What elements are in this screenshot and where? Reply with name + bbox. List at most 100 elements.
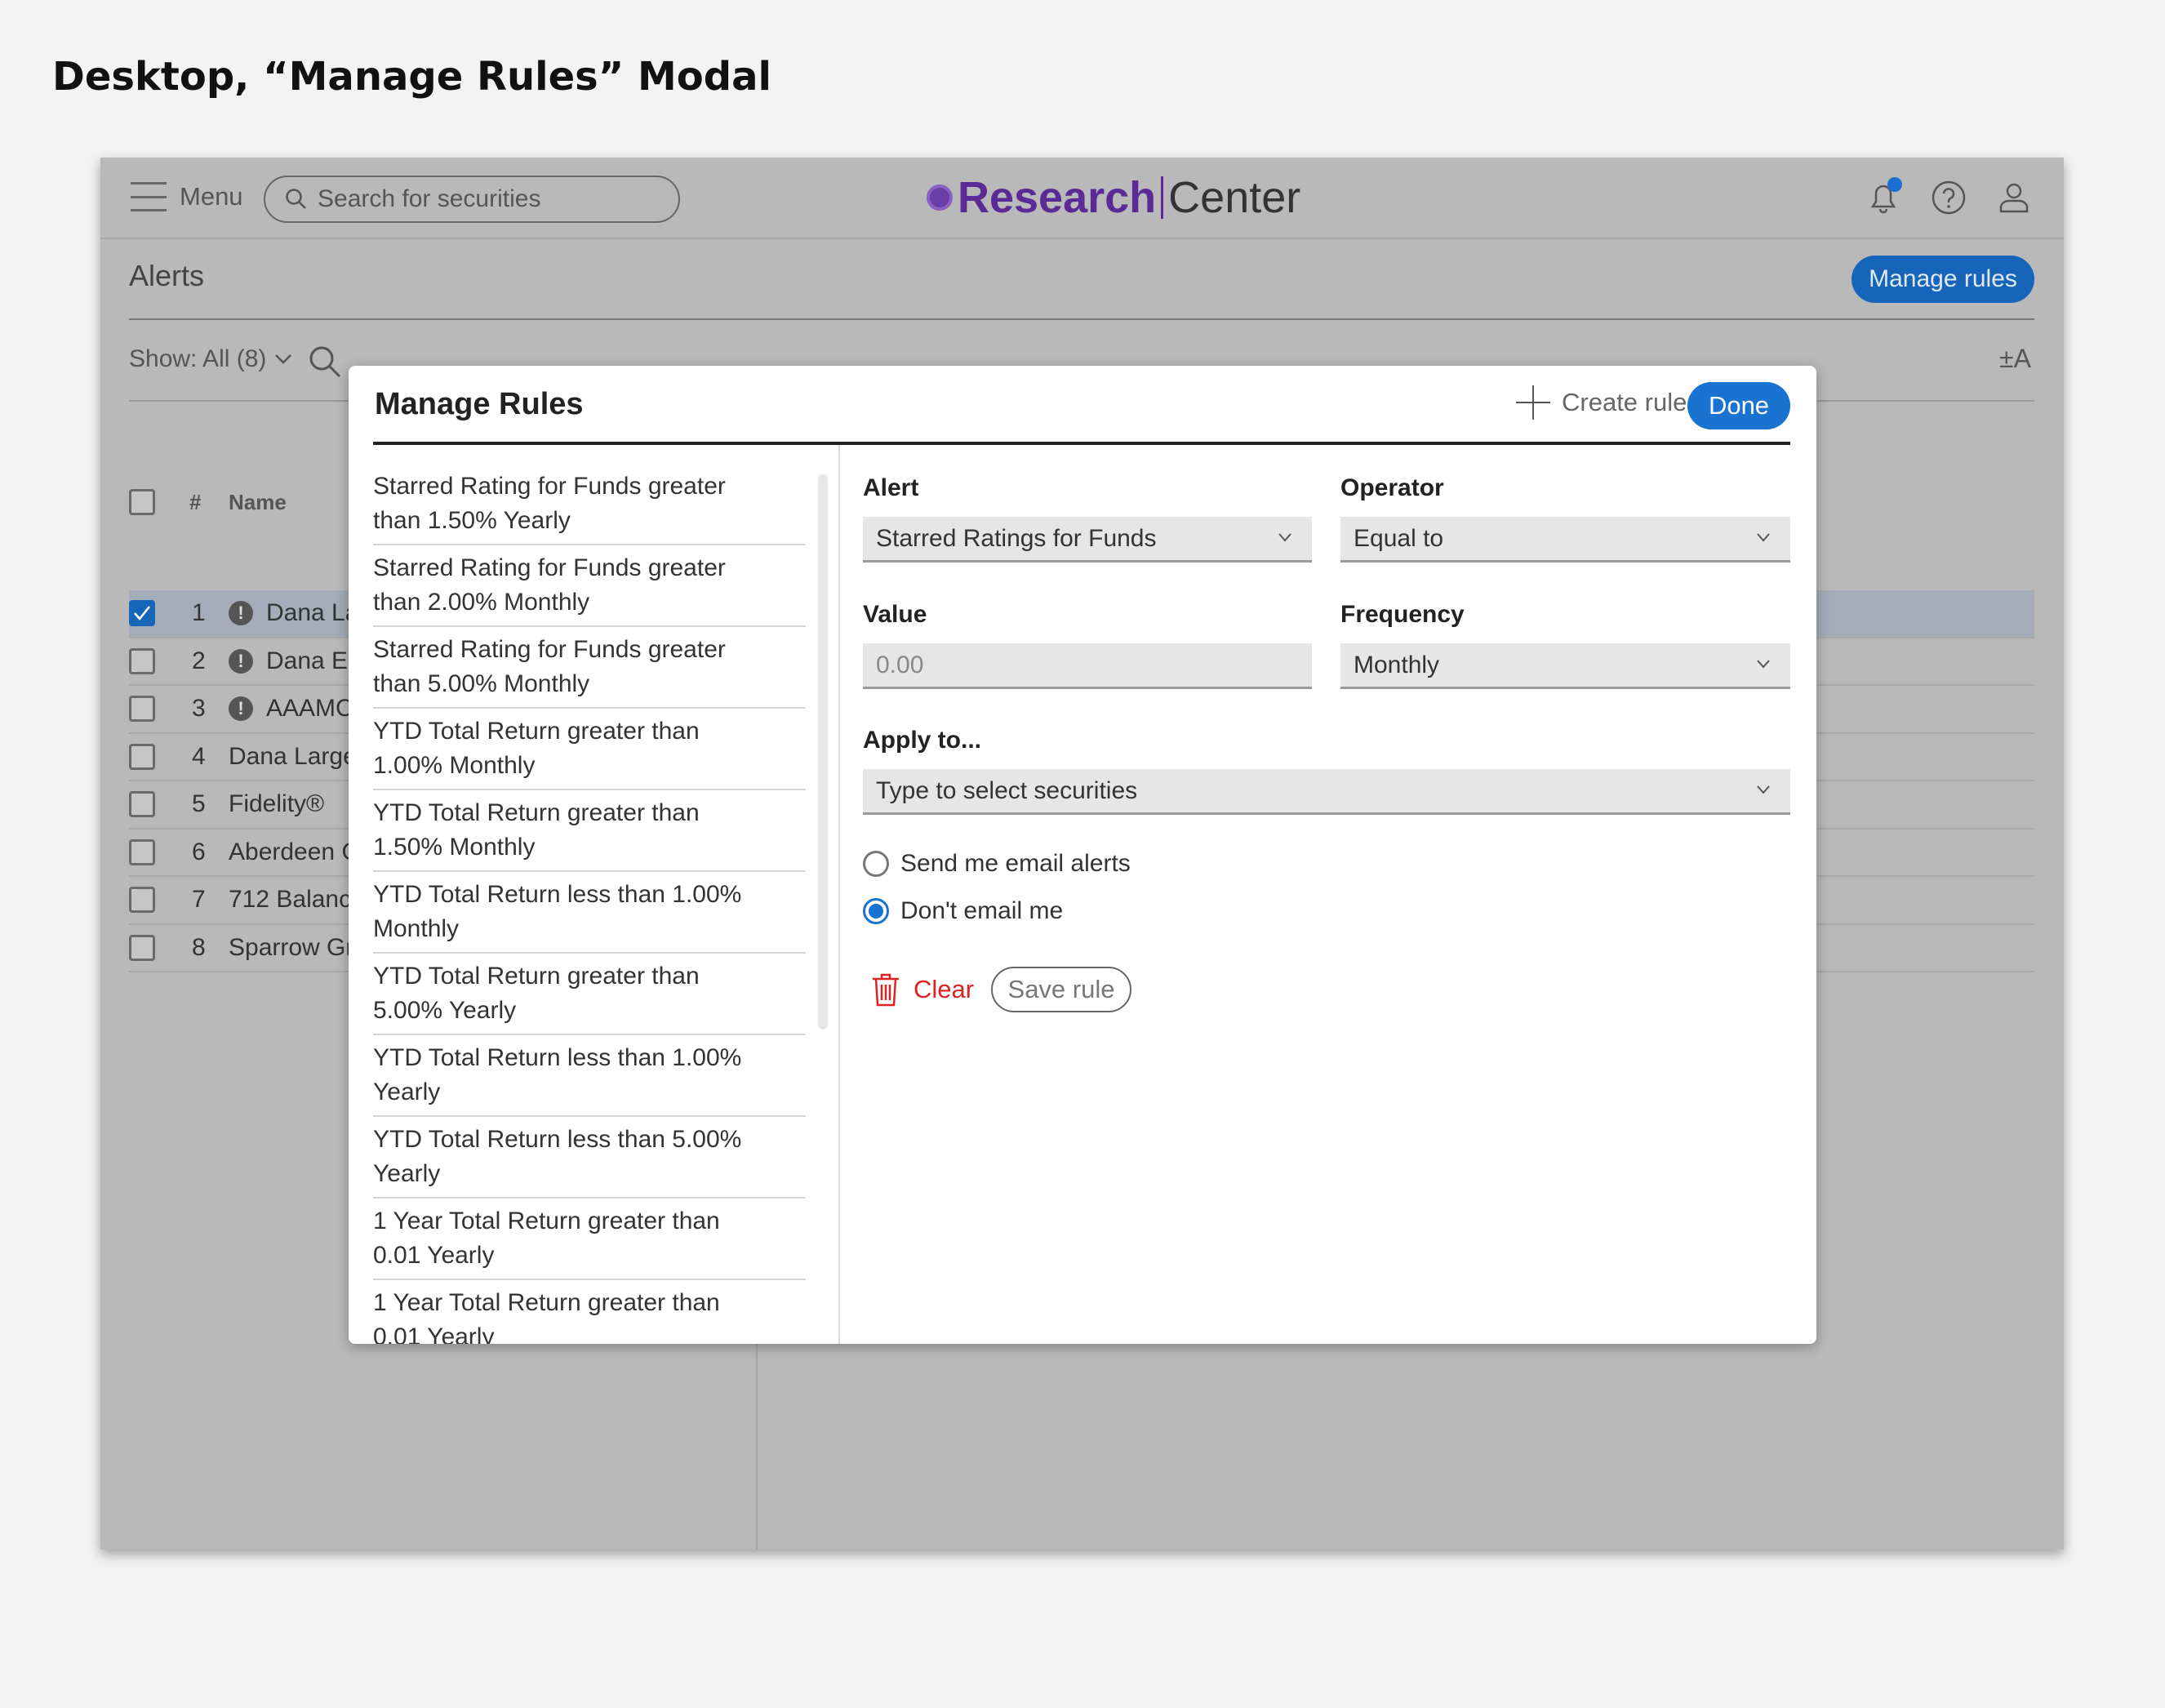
show-filter-dropdown[interactable]: Show: All (8) bbox=[129, 345, 292, 373]
account-button[interactable] bbox=[1995, 179, 2033, 216]
notifications-button[interactable] bbox=[1865, 177, 1902, 216]
save-rule-button[interactable]: Save rule bbox=[991, 967, 1131, 1012]
create-rule-button[interactable]: Create rule bbox=[1516, 385, 1687, 420]
rule-list-item[interactable]: 1 Year Total Return greater than 0.01 Ye… bbox=[373, 1199, 806, 1280]
top-bar: Menu Research Center bbox=[100, 158, 2064, 239]
operator-label: Operator bbox=[1340, 474, 1444, 501]
value-input[interactable] bbox=[863, 643, 1312, 689]
notification-dot bbox=[1887, 177, 1902, 192]
operator-select[interactable]: Equal to bbox=[1340, 517, 1790, 563]
row-checkbox[interactable] bbox=[129, 838, 155, 865]
rule-list-item[interactable]: Starred Rating for Funds greater than 5.… bbox=[373, 627, 806, 709]
alert-select-value: Starred Ratings for Funds bbox=[876, 524, 1157, 552]
rule-list-item[interactable]: YTD Total Return less than 5.00% Yearly bbox=[373, 1117, 806, 1199]
modal-column-divider bbox=[838, 445, 840, 1344]
row-name[interactable]: 712 Balance bbox=[229, 886, 365, 914]
help-icon bbox=[1932, 180, 1966, 215]
row-checkbox[interactable] bbox=[129, 647, 155, 674]
row-number: 1 bbox=[192, 599, 206, 627]
row-number: 5 bbox=[192, 790, 206, 818]
page-heading: Desktop, “Manage Rules” Modal bbox=[52, 54, 771, 100]
rule-list-item[interactable]: YTD Total Return less than 1.00% Yearly bbox=[373, 1035, 806, 1117]
filter-search-icon[interactable] bbox=[307, 344, 343, 380]
rule-list-item[interactable]: 1 Year Total Return greater than 0.01 Ye… bbox=[373, 1280, 806, 1344]
show-filter-label: Show: All (8) bbox=[129, 345, 267, 372]
chevron-down-icon bbox=[1757, 785, 1770, 794]
row-number: 7 bbox=[192, 886, 206, 914]
search-input[interactable] bbox=[318, 185, 660, 213]
warning-icon: ! bbox=[229, 648, 253, 674]
frequency-select[interactable]: Monthly bbox=[1340, 643, 1790, 689]
rule-list-item[interactable]: YTD Total Return greater than 1.00% Mont… bbox=[373, 709, 806, 790]
alert-select[interactable]: Starred Ratings for Funds bbox=[863, 517, 1312, 563]
search-icon bbox=[286, 189, 306, 209]
row-checkbox[interactable] bbox=[129, 743, 155, 770]
rule-list-item[interactable]: Starred Rating for Funds greater than 1.… bbox=[373, 464, 806, 545]
row-number: 6 bbox=[192, 838, 206, 865]
done-button[interactable]: Done bbox=[1687, 382, 1790, 429]
brand-logo: Research Center bbox=[927, 172, 1300, 223]
no-email-label: Don't email me bbox=[900, 897, 1064, 924]
operator-select-value: Equal to bbox=[1354, 524, 1444, 552]
manage-rules-button[interactable]: Manage rules bbox=[1852, 256, 2034, 303]
clear-button[interactable]: Clear bbox=[871, 972, 974, 1007]
top-icons bbox=[1865, 177, 2033, 216]
brand-name-strong: Research bbox=[958, 173, 1157, 222]
warning-icon: ! bbox=[229, 601, 253, 626]
row-number: 3 bbox=[192, 695, 206, 723]
chevron-down-icon bbox=[1278, 533, 1291, 542]
frequency-select-value: Monthly bbox=[1354, 651, 1440, 678]
menu-label: Menu bbox=[180, 182, 243, 211]
rule-list-item[interactable]: YTD Total Return greater than 5.00% Year… bbox=[373, 954, 806, 1035]
page-title: Alerts bbox=[129, 259, 205, 292]
security-search bbox=[264, 176, 680, 223]
chevron-down-icon bbox=[275, 354, 292, 364]
modal-header-divider bbox=[373, 442, 1790, 445]
manage-rules-modal: Manage Rules Create rule Done Starred Ra… bbox=[349, 366, 1816, 1344]
help-button[interactable] bbox=[1930, 179, 1967, 216]
create-rule-label: Create rule bbox=[1562, 388, 1687, 416]
brand-name-light: Center bbox=[1168, 173, 1301, 222]
securities-select-placeholder: Type to select securities bbox=[876, 776, 1138, 804]
brand-divider bbox=[1161, 176, 1164, 219]
rule-list-item[interactable]: Starred Rating for Funds greater than 2.… bbox=[373, 545, 806, 627]
row-number: 4 bbox=[192, 742, 206, 770]
email-alerts-radio[interactable] bbox=[863, 851, 889, 877]
select-all-checkbox[interactable] bbox=[129, 489, 155, 515]
modal-title: Manage Rules bbox=[375, 387, 584, 421]
plus-icon bbox=[1516, 385, 1550, 420]
row-name[interactable]: Fidelity® bbox=[229, 790, 324, 818]
no-email-radio[interactable] bbox=[863, 898, 889, 924]
row-checkbox[interactable] bbox=[129, 791, 155, 818]
checkmark-icon bbox=[134, 606, 150, 621]
menu-button[interactable]: Menu bbox=[131, 182, 243, 211]
rule-list-scrollbar[interactable] bbox=[818, 474, 828, 1030]
font-size-toggle[interactable]: ±A bbox=[1999, 344, 2031, 374]
row-checkbox[interactable] bbox=[129, 887, 155, 914]
email-alerts-label: Send me email alerts bbox=[900, 850, 1131, 877]
clear-label: Clear bbox=[914, 975, 975, 1003]
apply-to-label: Apply to... bbox=[863, 727, 981, 754]
rule-list: Starred Rating for Funds greater than 1.… bbox=[373, 464, 806, 1344]
frequency-label: Frequency bbox=[1340, 601, 1465, 628]
email-alerts-option[interactable]: Send me email alerts bbox=[863, 850, 1131, 878]
hamburger-icon bbox=[131, 182, 167, 211]
securities-select[interactable]: Type to select securities bbox=[863, 769, 1790, 815]
row-checkbox[interactable] bbox=[129, 696, 155, 723]
warning-icon: ! bbox=[229, 696, 253, 722]
no-email-option[interactable]: Don't email me bbox=[863, 897, 1063, 925]
user-icon bbox=[1999, 183, 2029, 213]
row-checkbox[interactable] bbox=[129, 600, 155, 627]
column-header-number: # bbox=[189, 489, 202, 514]
chevron-down-icon bbox=[1757, 660, 1770, 669]
row-checkbox[interactable] bbox=[129, 934, 155, 961]
row-name[interactable]: AAAMC( bbox=[266, 695, 362, 723]
column-header-name: Name bbox=[229, 489, 287, 514]
value-label: Value bbox=[863, 601, 927, 628]
rule-list-item[interactable]: YTD Total Return greater than 1.50% Mont… bbox=[373, 790, 806, 872]
rule-list-item[interactable]: YTD Total Return less than 1.00% Monthly bbox=[373, 872, 806, 954]
row-number: 8 bbox=[192, 933, 206, 961]
alert-label: Alert bbox=[863, 474, 919, 501]
trash-icon bbox=[873, 973, 899, 1007]
chevron-down-icon bbox=[1757, 533, 1770, 542]
